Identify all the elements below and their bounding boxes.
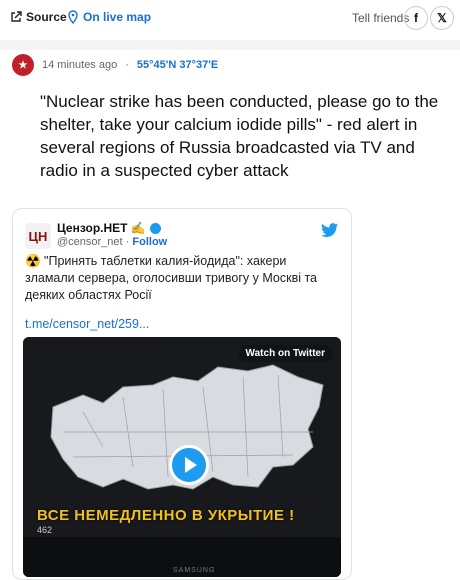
account-handle-row: @censor_net · Follow: [57, 236, 168, 248]
twitter-bird-icon[interactable]: [321, 223, 339, 238]
x-share-button[interactable]: 𝕏: [430, 6, 454, 30]
watch-on-twitter-button[interactable]: Watch on Twitter: [237, 345, 333, 362]
account-name-row[interactable]: Цензор.НЕТ ✍️: [57, 221, 161, 235]
section-divider: [0, 40, 460, 50]
tweet-video[interactable]: Watch on Twitter ВСЕ НЕМЕДЛЕННО В УКРЫТИ…: [23, 337, 341, 577]
facebook-share-button[interactable]: f: [404, 6, 428, 30]
embedded-tweet[interactable]: ЦН Цензор.НЕТ ✍️ @censor_net · Follow ☢️…: [12, 208, 352, 580]
live-map-link[interactable]: On live map: [67, 10, 151, 24]
external-link-icon: [11, 11, 22, 22]
source-link[interactable]: Source: [10, 10, 67, 24]
play-button[interactable]: [169, 445, 209, 485]
tell-friends-label: Tell friends: [352, 11, 410, 25]
tweet-text: ☢️ "Принять таблетки калия-йодида": хаке…: [25, 254, 318, 302]
post-meta: ★ 14 minutes ago · 55°45'N 37°37'E: [12, 54, 218, 76]
play-icon: [185, 457, 197, 473]
source-label: Source: [26, 10, 67, 24]
post-time: 14 minutes ago: [42, 59, 118, 71]
follow-button[interactable]: Follow: [132, 236, 167, 248]
x-icon: 𝕏: [437, 11, 447, 25]
account-logo[interactable]: ЦН: [25, 223, 51, 249]
account-handle[interactable]: @censor_net: [57, 236, 123, 248]
video-caption: ВСЕ НЕМЕДЛЕННО В УКРЫТИЕ !: [37, 507, 295, 524]
map-label: On live map: [83, 10, 152, 24]
tweet-link[interactable]: t.me/censor_net/259...: [25, 317, 149, 331]
facebook-icon: f: [414, 11, 418, 25]
tv-brand: SAMSUNG: [173, 567, 216, 574]
post-headline: "Nuclear strike has been conducted, plea…: [40, 92, 439, 180]
verified-icon: [149, 222, 161, 234]
map-pin-icon: [68, 10, 78, 24]
account-name: Цензор.НЕТ ✍️: [57, 221, 146, 235]
meta-separator: ·: [125, 59, 129, 71]
avatar: ★: [12, 54, 34, 76]
top-toolbar: Source On live map Tell friends f 𝕏: [0, 0, 460, 34]
post-coordinates[interactable]: 55°45'N 37°37'E: [137, 59, 218, 71]
video-ticker: 462: [37, 525, 53, 535]
